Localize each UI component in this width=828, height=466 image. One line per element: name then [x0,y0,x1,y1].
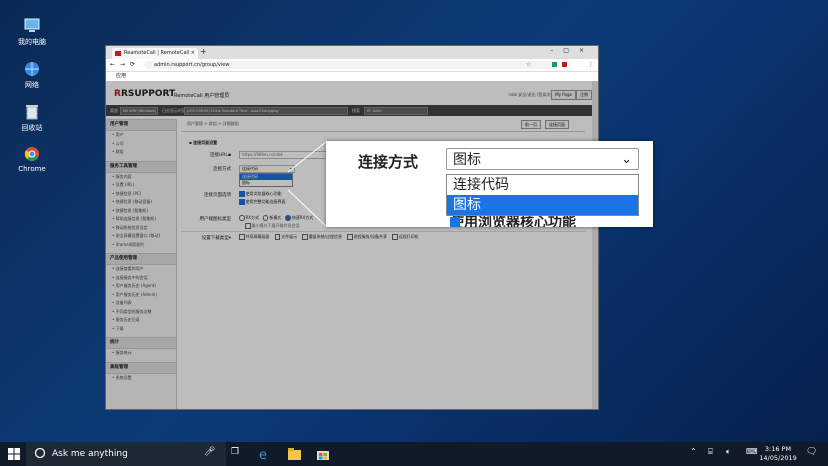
checkbox-icon [450,217,460,227]
keyboard-icon[interactable]: ⌨ [746,447,758,456]
clock-date: 14/05/2019 [759,454,797,462]
chevron-up-icon[interactable]: ⌃ [690,447,697,456]
zoom-underlying-option: 使用浏览器核心功能 [450,216,576,227]
network-tray-icon[interactable]: ⌸ [708,447,713,457]
file-explorer-icon[interactable] [288,448,301,460]
clock[interactable]: 3:16 PM 14/05/2019 [758,445,798,463]
zoom-connector [287,141,327,227]
zoom-method-dropdown: 连接代码 图标 [446,174,639,216]
volume-icon[interactable]: 🔈︎ [726,447,731,457]
notification-icon[interactable]: 🗨︎ [806,447,817,457]
taskbar-search[interactable]: Ask me anything 🎤︎ [26,442,226,466]
svg-text:e: e [259,448,267,460]
zoom-method-label: 连接方式 [358,153,419,171]
windows-start-icon[interactable] [8,448,20,460]
chevron-down-icon: ⌄ [621,152,632,167]
store-icon[interactable] [317,448,329,460]
task-view-icon[interactable]: ❐ [231,447,239,457]
zoom-option[interactable]: 图标 [447,195,638,215]
taskbar: Ask me anything 🎤︎ ❐ e ⌃ ⌸ 🔈︎ ⌨ 3:16 PM … [0,442,828,466]
zoom-callout: 连接方式 图标 ⌄ 连接代码 图标 使用浏览器核心功能 [326,141,653,227]
edge-icon[interactable]: e [259,448,271,463]
zoom-method-select[interactable]: 图标 ⌄ [446,148,639,170]
search-icon [34,447,46,459]
clock-time: 3:16 PM [764,445,792,453]
search-placeholder: Ask me anything [52,449,128,459]
zoom-option[interactable]: 连接代码 [447,175,638,195]
microphone-icon[interactable]: 🎤︎ [204,447,215,457]
